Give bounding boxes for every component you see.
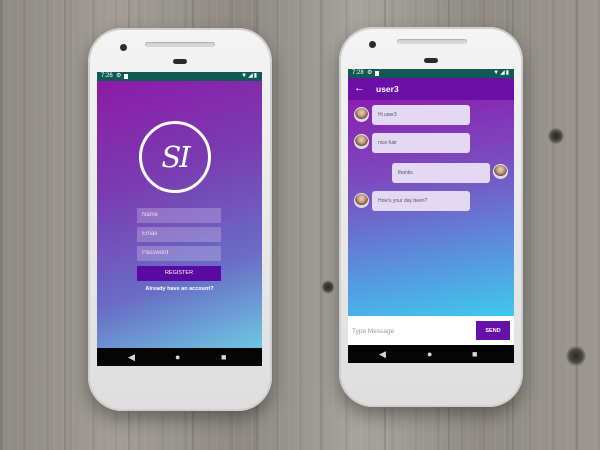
password-field[interactable] [137, 246, 221, 261]
home-circle-icon[interactable]: ● [427, 349, 432, 359]
wood-knot [322, 280, 334, 294]
chat-header: ← user3 [348, 78, 514, 100]
message-list: Hi user3 nice hair thanks How's your day… [348, 100, 514, 316]
notification-status-icon [124, 74, 128, 79]
speaker-grille [173, 59, 187, 64]
back-triangle-icon[interactable]: ◀ [128, 352, 135, 362]
logo-text: SI [161, 140, 190, 174]
message-bubble: thanks [392, 163, 490, 183]
avatar [354, 134, 369, 149]
signal-battery-icon: ▼◢▮ [241, 73, 258, 79]
chat-title: user3 [376, 84, 399, 94]
home-circle-icon[interactable]: ● [175, 352, 180, 362]
recents-square-icon[interactable]: ■ [472, 349, 477, 359]
message-bubble: How's your day been? [372, 191, 470, 211]
name-field[interactable] [137, 208, 221, 223]
front-camera [120, 44, 127, 51]
wood-knot [548, 128, 564, 144]
earpiece-bar [397, 39, 467, 44]
message-bubble: Hi user3 [372, 105, 470, 125]
nav-bar: ◀ ● ■ [97, 348, 262, 366]
speaker-grille [424, 58, 438, 63]
back-triangle-icon[interactable]: ◀ [379, 349, 386, 359]
signal-battery-icon: ▼◢▮ [493, 70, 510, 76]
message-input[interactable] [350, 322, 472, 341]
wood-knot [566, 346, 586, 366]
status-bar: 7:26 ⚙ ▼◢▮ [97, 72, 262, 81]
status-time: 7:28 [352, 70, 364, 76]
register-button[interactable]: REGISTER [137, 266, 221, 281]
nav-bar: ◀ ● ■ [348, 345, 514, 363]
register-background: SI REGISTER Already have an account? [97, 81, 262, 348]
front-camera [369, 41, 376, 48]
recents-square-icon[interactable]: ■ [221, 352, 226, 362]
settings-status-icon: ⚙ [367, 70, 373, 76]
status-bar: 7:28 ⚙ ▼◢▮ [348, 69, 514, 78]
login-link[interactable]: Already have an account? [97, 286, 262, 292]
send-button[interactable]: SEND [476, 321, 510, 340]
status-time: 7:26 [101, 73, 113, 79]
email-field[interactable] [137, 227, 221, 242]
message-bubble: nice hair [372, 133, 470, 153]
settings-status-icon: ⚙ [116, 73, 122, 79]
earpiece-bar [145, 42, 215, 47]
register-screen: 7:26 ⚙ ▼◢▮ SI REGISTER Already have an a… [97, 72, 262, 366]
app-logo: SI [139, 121, 211, 193]
avatar [354, 193, 369, 208]
avatar [354, 107, 369, 122]
message-composer: SEND [348, 316, 514, 345]
chat-screen: 7:28 ⚙ ▼◢▮ ← user3 Hi user3 nice hair th… [348, 69, 514, 363]
notification-status-icon [375, 71, 379, 76]
arrow-left-icon[interactable]: ← [354, 82, 365, 94]
avatar [493, 164, 508, 179]
